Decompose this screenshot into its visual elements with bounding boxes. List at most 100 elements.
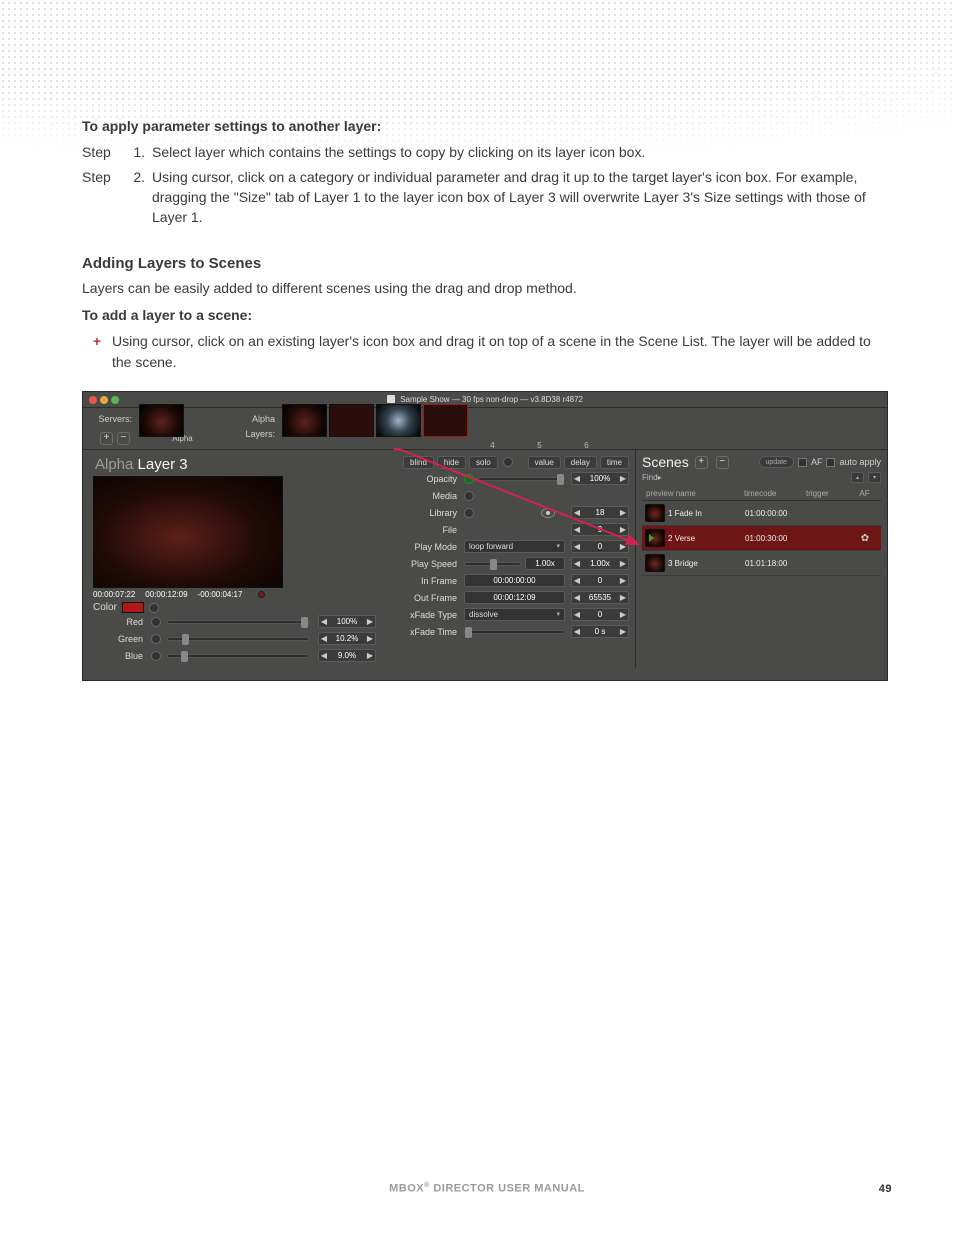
auto-apply-checkbox[interactable]: auto apply [826,457,881,467]
layer-title-name: Layer 3 [138,456,188,473]
close-icon[interactable] [89,396,97,404]
minimize-icon[interactable] [100,396,108,404]
blue-slider[interactable] [167,654,309,658]
step-label: Step [82,167,130,228]
scene-row[interactable]: 3 Bridge 01:01:18:00 [642,551,881,576]
timecode-duration: 00:00:12:09 [145,590,187,599]
time-tab[interactable]: time [600,456,629,469]
color-header: Color [93,602,376,613]
remove-server-button[interactable]: − [117,432,130,445]
playspeed-stepper[interactable]: ◀1.00x▶ [571,557,629,570]
scene-thumb [645,504,665,522]
plus-bullet-icon: + [82,331,112,373]
xfadetime-stepper[interactable]: ◀0 s▶ [571,625,629,638]
param-indicator-icon [151,651,161,661]
xfadetime-slider[interactable] [464,630,565,634]
scene-thumb [645,554,665,572]
library-stepper[interactable]: ◀18▶ [571,506,629,519]
slider-label: Red [93,617,148,627]
eye-icon[interactable] [541,508,555,518]
record-indicator-icon [258,591,265,598]
find-label[interactable]: Find▸ [642,473,662,482]
delay-tab[interactable]: delay [564,456,597,469]
slider-red: Red ◀100%▶ [93,613,376,630]
top-strip: Servers: + − Alpha Alpha [83,408,887,450]
slider-label: Green [93,634,148,644]
param-xfadetime: xFade Time ◀0 s▶ [388,623,629,640]
play-icon [649,534,654,542]
file-stepper[interactable]: ◀9▶ [571,523,629,536]
scene-row[interactable]: 1 Fade In 01:00:00:00 [642,501,881,526]
add-server-button[interactable]: + [100,432,113,445]
green-stepper[interactable]: ◀10.2%▶ [318,632,376,645]
layer-thumb-master[interactable] [282,404,327,437]
add-scene-button[interactable]: + [695,456,708,469]
value-tab[interactable]: value [528,456,561,469]
blue-stepper[interactable]: ◀9.0%▶ [318,649,376,662]
param-playmode: Play Mode loop forward▾ ◀0▶ [388,538,629,555]
update-button[interactable]: update [759,456,794,468]
color-indicator-icon [149,603,159,613]
section-heading-apply: To apply parameter settings to another l… [82,116,892,136]
color-swatch[interactable] [122,602,144,613]
slider-green: Green ◀10.2%▶ [93,630,376,647]
inframe-readout[interactable]: 00:00:00:00 [464,574,565,587]
layer-slot-5[interactable]: 5 [517,404,562,437]
layer-thumbs: 4 5 6 [281,400,610,437]
bullet-text: Using cursor, click on an existing layer… [112,331,892,373]
red-slider[interactable] [167,620,309,624]
section-heading-add-layer: To add a layer to a scene: [82,305,892,325]
layer-thumb-3[interactable] [423,404,468,437]
server-thumb[interactable] [139,404,184,437]
outframe-readout[interactable]: 00:00:12:09 [464,591,565,604]
servers-label: Servers: [83,414,138,424]
zoom-icon[interactable] [111,396,119,404]
remove-scene-button[interactable]: − [716,456,729,469]
playmode-stepper[interactable]: ◀0▶ [571,540,629,553]
col-timecode: timecode [744,489,806,498]
layer-slot-6[interactable]: 6 [564,404,609,437]
param-media: Media [388,487,629,504]
xfadetype-stepper[interactable]: ◀0▶ [571,608,629,621]
step-number: 2. [130,167,152,228]
col-trigger: trigger [806,489,848,498]
scene-timecode: 01:00:00:00 [745,509,807,518]
blind-button[interactable]: blind [403,456,434,469]
step-row: Step 2. Using cursor, click on a categor… [82,167,892,228]
xfadetype-select[interactable]: dissolve▾ [464,608,565,621]
body-text: Layers can be easily added to different … [82,278,892,298]
layer-preview[interactable] [93,476,283,588]
playmode-select[interactable]: loop forward▾ [464,540,565,553]
scene-timecode: 01:01:18:00 [745,559,807,568]
scene-name: 2 Verse [668,534,745,543]
sort-desc-button[interactable]: ▾ [868,472,881,483]
servers-block: Servers: + − Alpha [83,408,233,449]
scene-row[interactable]: 2 Verse 01:00:30:00 ✿ [642,526,881,551]
scene-timecode: 01:00:30:00 [745,534,807,543]
opacity-stepper[interactable]: ◀100%▶ [571,472,629,485]
outframe-stepper[interactable]: ◀65535▶ [571,591,629,604]
af-checkbox[interactable]: AF [798,457,823,467]
layer-thumb-2[interactable] [376,404,421,437]
green-slider[interactable] [167,637,309,641]
opacity-slider[interactable] [478,477,565,481]
playspeed-slider[interactable] [464,562,521,566]
scenes-header: Scenes + − update AF auto apply [642,454,881,470]
page-footer: MBOX® DIRECTOR USER MANUAL 49 [82,1182,892,1195]
scene-name: 3 Bridge [668,559,745,568]
sort-asc-button[interactable]: ▴ [851,472,864,483]
footer-product: MBOX® DIRECTOR USER MANUAL [389,1182,585,1195]
window-traffic-lights[interactable] [89,396,119,404]
hide-button[interactable]: hide [437,456,466,469]
param-playspeed: Play Speed 1.00x ◀1.00x▶ [388,555,629,572]
gear-icon[interactable]: ✿ [849,533,881,544]
solo-button[interactable]: solo [469,456,498,469]
param-library: Library ◀18▶ [388,504,629,521]
layer-slot-4[interactable]: 4 [470,404,515,437]
timecode-current: 00:00:07:22 [93,590,135,599]
scene-thumb [645,529,665,547]
inframe-stepper[interactable]: ◀0▶ [571,574,629,587]
layer-thumb-1[interactable] [329,404,374,437]
color-label: Color [93,602,117,613]
red-stepper[interactable]: ◀100%▶ [318,615,376,628]
